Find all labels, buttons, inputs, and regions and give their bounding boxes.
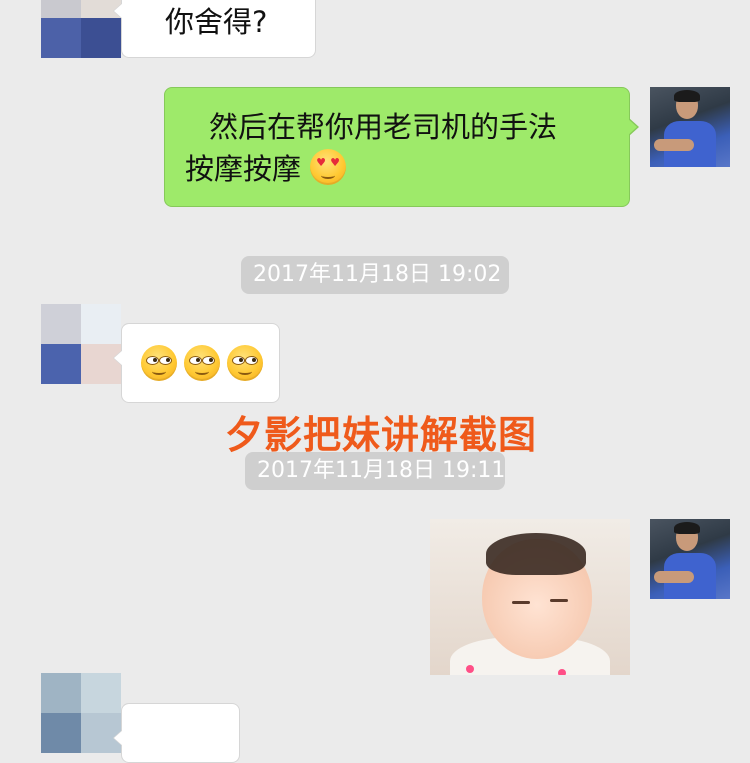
message-text-line-1: 然后在帮你用老司机的手法 [209,110,558,144]
smirk-emoji-icon [184,345,221,381]
overlay-title: 夕影把妹讲解截图 [225,413,538,457]
contact-avatar[interactable] [41,673,121,753]
smirk-emoji-icon [141,345,177,381]
incoming-message-bubble[interactable] [113,703,240,763]
user-avatar[interactable] [650,519,730,599]
message-text-line-2: 按摩按摩 [185,152,302,186]
message-text: 你舍得? [165,5,268,39]
heart-eyes-emoji-icon: ♥ ♥ [310,149,347,185]
contact-avatar[interactable] [41,304,121,384]
incoming-message-bubble[interactable] [113,323,280,403]
outgoing-image-message[interactable] [430,519,630,675]
contact-avatar[interactable] [41,0,121,58]
incoming-message-bubble[interactable]: 你舍得? [113,0,316,58]
timestamp: 2017年11月18日 19:02 [241,256,509,294]
outgoing-message-bubble[interactable]: 然后在帮你用老司机的手法 按摩按摩 ♥ ♥ [164,87,639,207]
smirk-emoji-icon [227,345,264,381]
user-avatar[interactable] [650,87,730,167]
timestamp: 2017年11月18日 19:11 [245,452,505,490]
